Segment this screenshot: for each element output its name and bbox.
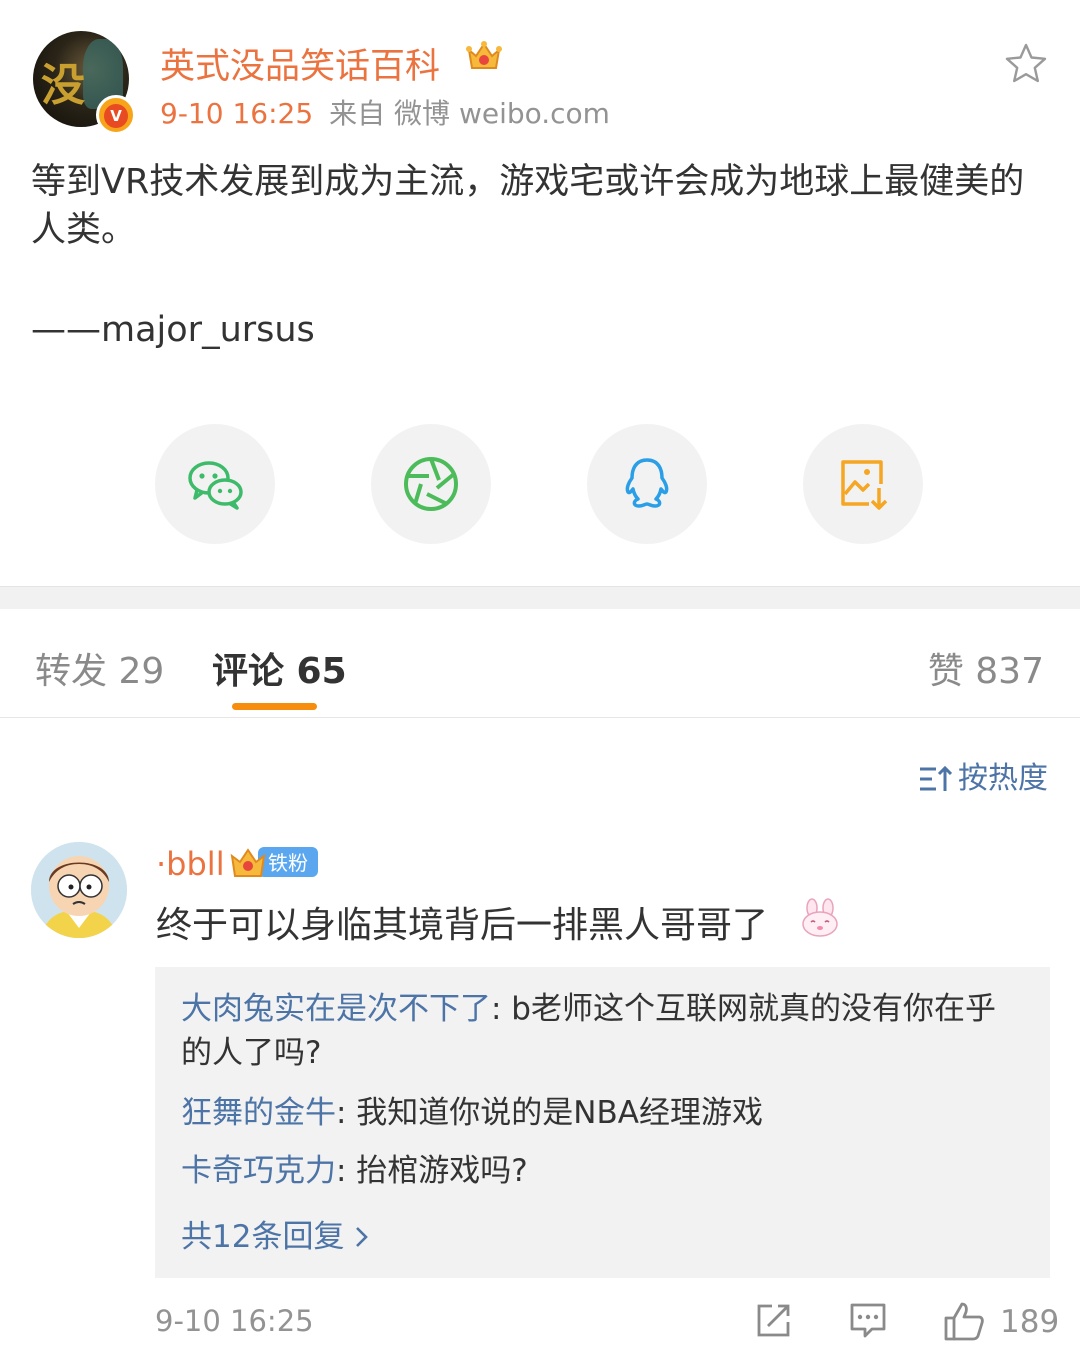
- moments-icon: [404, 457, 458, 511]
- share-moments-button[interactable]: [371, 424, 491, 544]
- verified-badge-icon: V: [96, 95, 136, 135]
- iron-fan-badge: 铁粉: [230, 842, 320, 886]
- sort-icon: [920, 765, 953, 791]
- reply-item[interactable]: 卡奇巧克力: 抬棺游戏吗?: [181, 1149, 1026, 1193]
- qq-icon: [625, 458, 669, 508]
- save-image-icon: [841, 460, 888, 510]
- share-qq-button[interactable]: [587, 424, 707, 544]
- view-more-replies-link[interactable]: 共12条回复: [181, 1211, 370, 1256]
- author-name[interactable]: 英式没品笑话百科: [160, 38, 440, 89]
- wechat-icon: [188, 461, 243, 510]
- reply-author[interactable]: 狂舞的金牛: [181, 1095, 336, 1131]
- post-source: 来自 微博 weibo.com: [329, 97, 610, 130]
- reply-item[interactable]: 大肉兔实在是次不下了: b老师这个互联网就真的没有你在乎的人了吗?: [181, 987, 1026, 1075]
- commenter-avatar[interactable]: [31, 842, 127, 938]
- section-divider: [0, 586, 1080, 609]
- tabs-divider: [0, 717, 1080, 718]
- comment-text: 终于可以身临其境背后一排黑人哥哥了: [156, 905, 769, 946]
- reply-author[interactable]: 大肉兔实在是次不下了: [181, 991, 491, 1027]
- share-edit-icon: [757, 1304, 790, 1337]
- chevron-right-icon: [356, 1227, 369, 1247]
- post-signature: ——major_ursus: [31, 310, 315, 350]
- post-time: 9-10 16:25: [160, 97, 314, 130]
- reply-author[interactable]: 卡奇巧克力: [181, 1153, 336, 1189]
- reply-text: : 我知道你说的是NBA经理游戏: [336, 1095, 763, 1131]
- crown-member-icon: [466, 40, 502, 78]
- tab-comment[interactable]: 评论 65: [212, 642, 347, 694]
- more-replies-label: 共12条回复: [181, 1219, 355, 1255]
- repost-comment-button[interactable]: [754, 1300, 794, 1344]
- thumbs-up-icon: [944, 1302, 984, 1341]
- bunny-emoji-icon: [800, 898, 840, 942]
- favorite-star-icon[interactable]: [1004, 42, 1048, 88]
- reply-text: : 抬棺游戏吗?: [336, 1153, 528, 1189]
- tab-like[interactable]: 赞 837: [928, 642, 1044, 694]
- sort-label: 按热度: [958, 761, 1048, 796]
- comment-bubble-icon: [850, 1303, 886, 1338]
- share-wechat-button[interactable]: [155, 424, 275, 544]
- commenter-name[interactable]: ·bbll: [156, 845, 225, 883]
- active-tab-indicator: [232, 703, 317, 710]
- reply-item[interactable]: 狂舞的金牛: 我知道你说的是NBA经理游戏: [181, 1091, 1026, 1135]
- save-image-button[interactable]: [803, 424, 923, 544]
- tab-repost[interactable]: 转发 29: [35, 642, 164, 694]
- fan-badge-text: 铁粉: [268, 851, 308, 875]
- like-comment-button[interactable]: [942, 1300, 986, 1346]
- reply-comment-button[interactable]: [848, 1300, 888, 1344]
- comment-time: 9-10 16:25: [155, 1304, 314, 1338]
- replies-box[interactable]: 大肉兔实在是次不下了: b老师这个互联网就真的没有你在乎的人了吗? 狂舞的金牛:…: [155, 967, 1050, 1278]
- post-meta: 9-10 16:25 来自 微博 weibo.com: [160, 92, 610, 132]
- post-text: 等到VR技术发展到成为主流，游戏宅或许会成为地球上最健美的人类。: [31, 162, 1025, 250]
- comment-like-count: 189: [1000, 1304, 1060, 1340]
- sort-by-hot-button[interactable]: 按热度: [918, 753, 1048, 797]
